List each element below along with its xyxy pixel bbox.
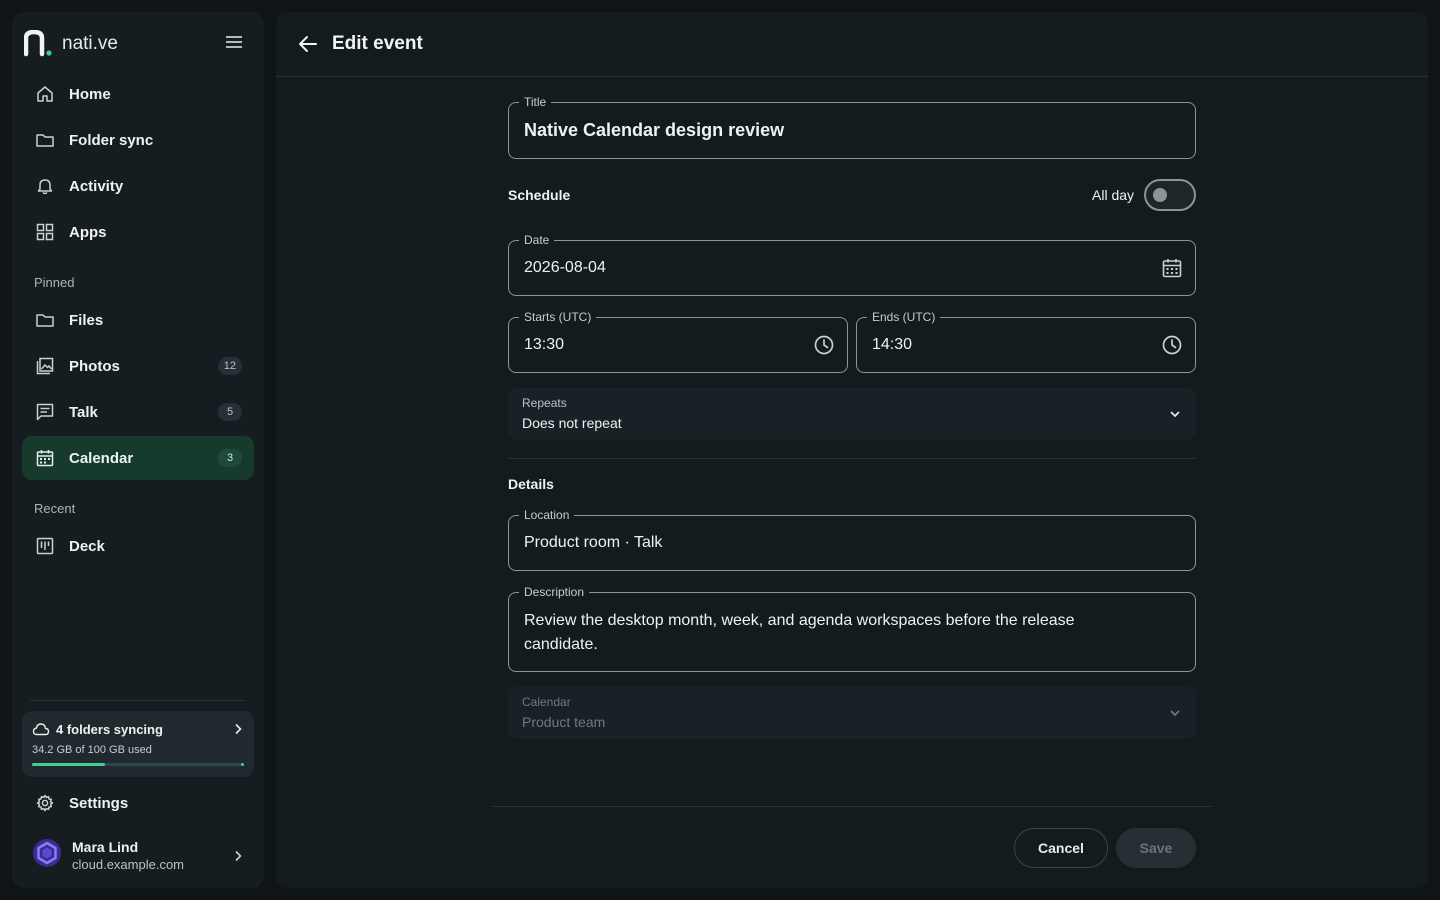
deck-icon	[36, 537, 54, 555]
photos-count-badge: 12	[217, 357, 242, 375]
main-panel: Edit event Title Native Calendar design …	[276, 12, 1428, 888]
clock-icon[interactable]	[1161, 334, 1183, 356]
footer-divider	[492, 806, 1212, 807]
toggle-knob	[1153, 188, 1167, 202]
chevron-right-icon	[235, 723, 242, 735]
save-button[interactable]: Save	[1116, 828, 1196, 868]
recent-heading: Recent	[34, 501, 76, 516]
calendar-value: Product team	[522, 714, 606, 730]
storage-progress-fill	[32, 763, 105, 766]
nav-label: Files	[69, 311, 104, 329]
hamburger-icon	[226, 36, 242, 48]
folder-icon	[36, 131, 54, 149]
sync-status-card[interactable]: 4 folders syncing 34.2 GB of 100 GB used	[22, 711, 254, 777]
menu-button[interactable]	[222, 32, 246, 52]
chevron-down-icon	[1170, 411, 1180, 418]
title-field-label: Title	[519, 94, 552, 110]
nav-files[interactable]: Files	[22, 298, 254, 342]
sidebar: nati.ve Home Folder sync Activity Apps P…	[12, 12, 264, 888]
description-label: Description	[519, 584, 590, 600]
end-time-field[interactable]: Ends (UTC) 14:30	[856, 309, 1196, 373]
chevron-right-icon	[235, 850, 242, 862]
start-time-label: Starts (UTC)	[519, 309, 597, 325]
user-host: cloud.example.com	[72, 857, 184, 872]
all-day-label: All day	[1092, 187, 1135, 203]
nav-activity[interactable]: Activity	[22, 164, 254, 208]
cancel-button[interactable]: Cancel	[1014, 828, 1108, 868]
date-field-label: Date	[519, 232, 555, 248]
user-account[interactable]: Mara Lind cloud.example.com	[22, 829, 254, 879]
storage-usage: 34.2 GB of 100 GB used	[32, 744, 152, 756]
start-time-field[interactable]: Starts (UTC) 13:30	[508, 309, 848, 373]
nav-label: Apps	[69, 223, 107, 241]
home-icon	[36, 85, 54, 103]
talk-count-badge: 5	[218, 403, 242, 421]
nav-apps[interactable]: Apps	[22, 210, 254, 254]
nav-label: Photos	[69, 357, 120, 375]
description-line: Review the desktop month, week, and agen…	[524, 612, 1075, 629]
storage-progress-end-dot	[241, 763, 244, 766]
nav-label: Folder sync	[69, 131, 154, 149]
nav-settings[interactable]: Settings	[22, 781, 254, 825]
location-field[interactable]: Location Product room · Talk	[508, 507, 1196, 571]
avatar	[33, 839, 61, 867]
date-input[interactable]: 2026-08-04	[524, 259, 606, 277]
brand[interactable]: nati.ve	[24, 30, 118, 58]
calendar-icon[interactable]	[1161, 257, 1183, 279]
page-title: Edit event	[332, 33, 423, 54]
end-time-label: Ends (UTC)	[867, 309, 941, 325]
clock-icon[interactable]	[813, 334, 835, 356]
all-day-toggle[interactable]	[1144, 179, 1196, 211]
cloud-icon	[32, 723, 50, 736]
nav-label: Settings	[69, 794, 129, 812]
chat-icon	[36, 403, 54, 421]
storage-progress-bar	[32, 763, 244, 766]
repeats-value: Does not repeat	[522, 415, 622, 431]
description-field[interactable]: Description Review the desktop month, we…	[508, 584, 1196, 672]
location-label: Location	[519, 507, 575, 523]
nav-label: Activity	[69, 177, 124, 195]
calendar-label: Calendar	[522, 695, 571, 709]
end-time-input[interactable]: 14:30	[872, 336, 912, 354]
logo-icon	[24, 30, 52, 57]
pinned-heading: Pinned	[34, 275, 75, 290]
back-arrow-icon[interactable]	[296, 32, 320, 56]
page-header: Edit event	[276, 12, 1428, 77]
nav-calendar[interactable]: Calendar 3	[22, 436, 254, 480]
section-divider	[508, 458, 1196, 459]
calendar-select: Calendar Product team	[508, 687, 1196, 739]
gear-icon	[36, 794, 54, 812]
repeats-select[interactable]: Repeats Does not repeat	[508, 388, 1196, 440]
nav-deck[interactable]: Deck	[22, 524, 254, 568]
nav-home[interactable]: Home	[22, 72, 254, 116]
nav-label: Home	[69, 85, 111, 103]
repeats-label: Repeats	[522, 396, 567, 410]
user-name: Mara Lind	[72, 839, 139, 855]
sidebar-divider	[30, 700, 244, 701]
details-heading: Details	[508, 476, 554, 492]
sync-title: 4 folders syncing	[56, 722, 163, 737]
bell-icon	[36, 177, 54, 195]
nav-folder-sync[interactable]: Folder sync	[22, 118, 254, 162]
date-field[interactable]: Date 2026-08-04	[508, 232, 1196, 296]
title-field[interactable]: Title Native Calendar design review	[508, 94, 1196, 159]
chevron-down-icon	[1170, 710, 1180, 717]
app-name: nati.ve	[62, 33, 118, 54]
nav-talk[interactable]: Talk 5	[22, 390, 254, 434]
nav-label: Talk	[69, 403, 98, 421]
description-textarea[interactable]: Review the desktop month, week, and agen…	[524, 609, 1075, 657]
photos-icon	[36, 357, 54, 375]
folder-icon	[36, 311, 54, 329]
calendar-icon	[36, 449, 54, 467]
description-line: candidate.	[524, 636, 598, 653]
title-input[interactable]: Native Calendar design review	[524, 120, 784, 141]
location-input[interactable]: Product room · Talk	[524, 534, 662, 552]
nav-label: Calendar	[69, 449, 134, 467]
nav-photos[interactable]: Photos 12	[22, 344, 254, 388]
start-time-input[interactable]: 13:30	[524, 336, 564, 354]
grid-icon	[36, 223, 54, 241]
schedule-heading: Schedule	[508, 187, 571, 203]
nav-label: Deck	[69, 537, 105, 555]
calendar-count-badge: 3	[218, 449, 242, 467]
